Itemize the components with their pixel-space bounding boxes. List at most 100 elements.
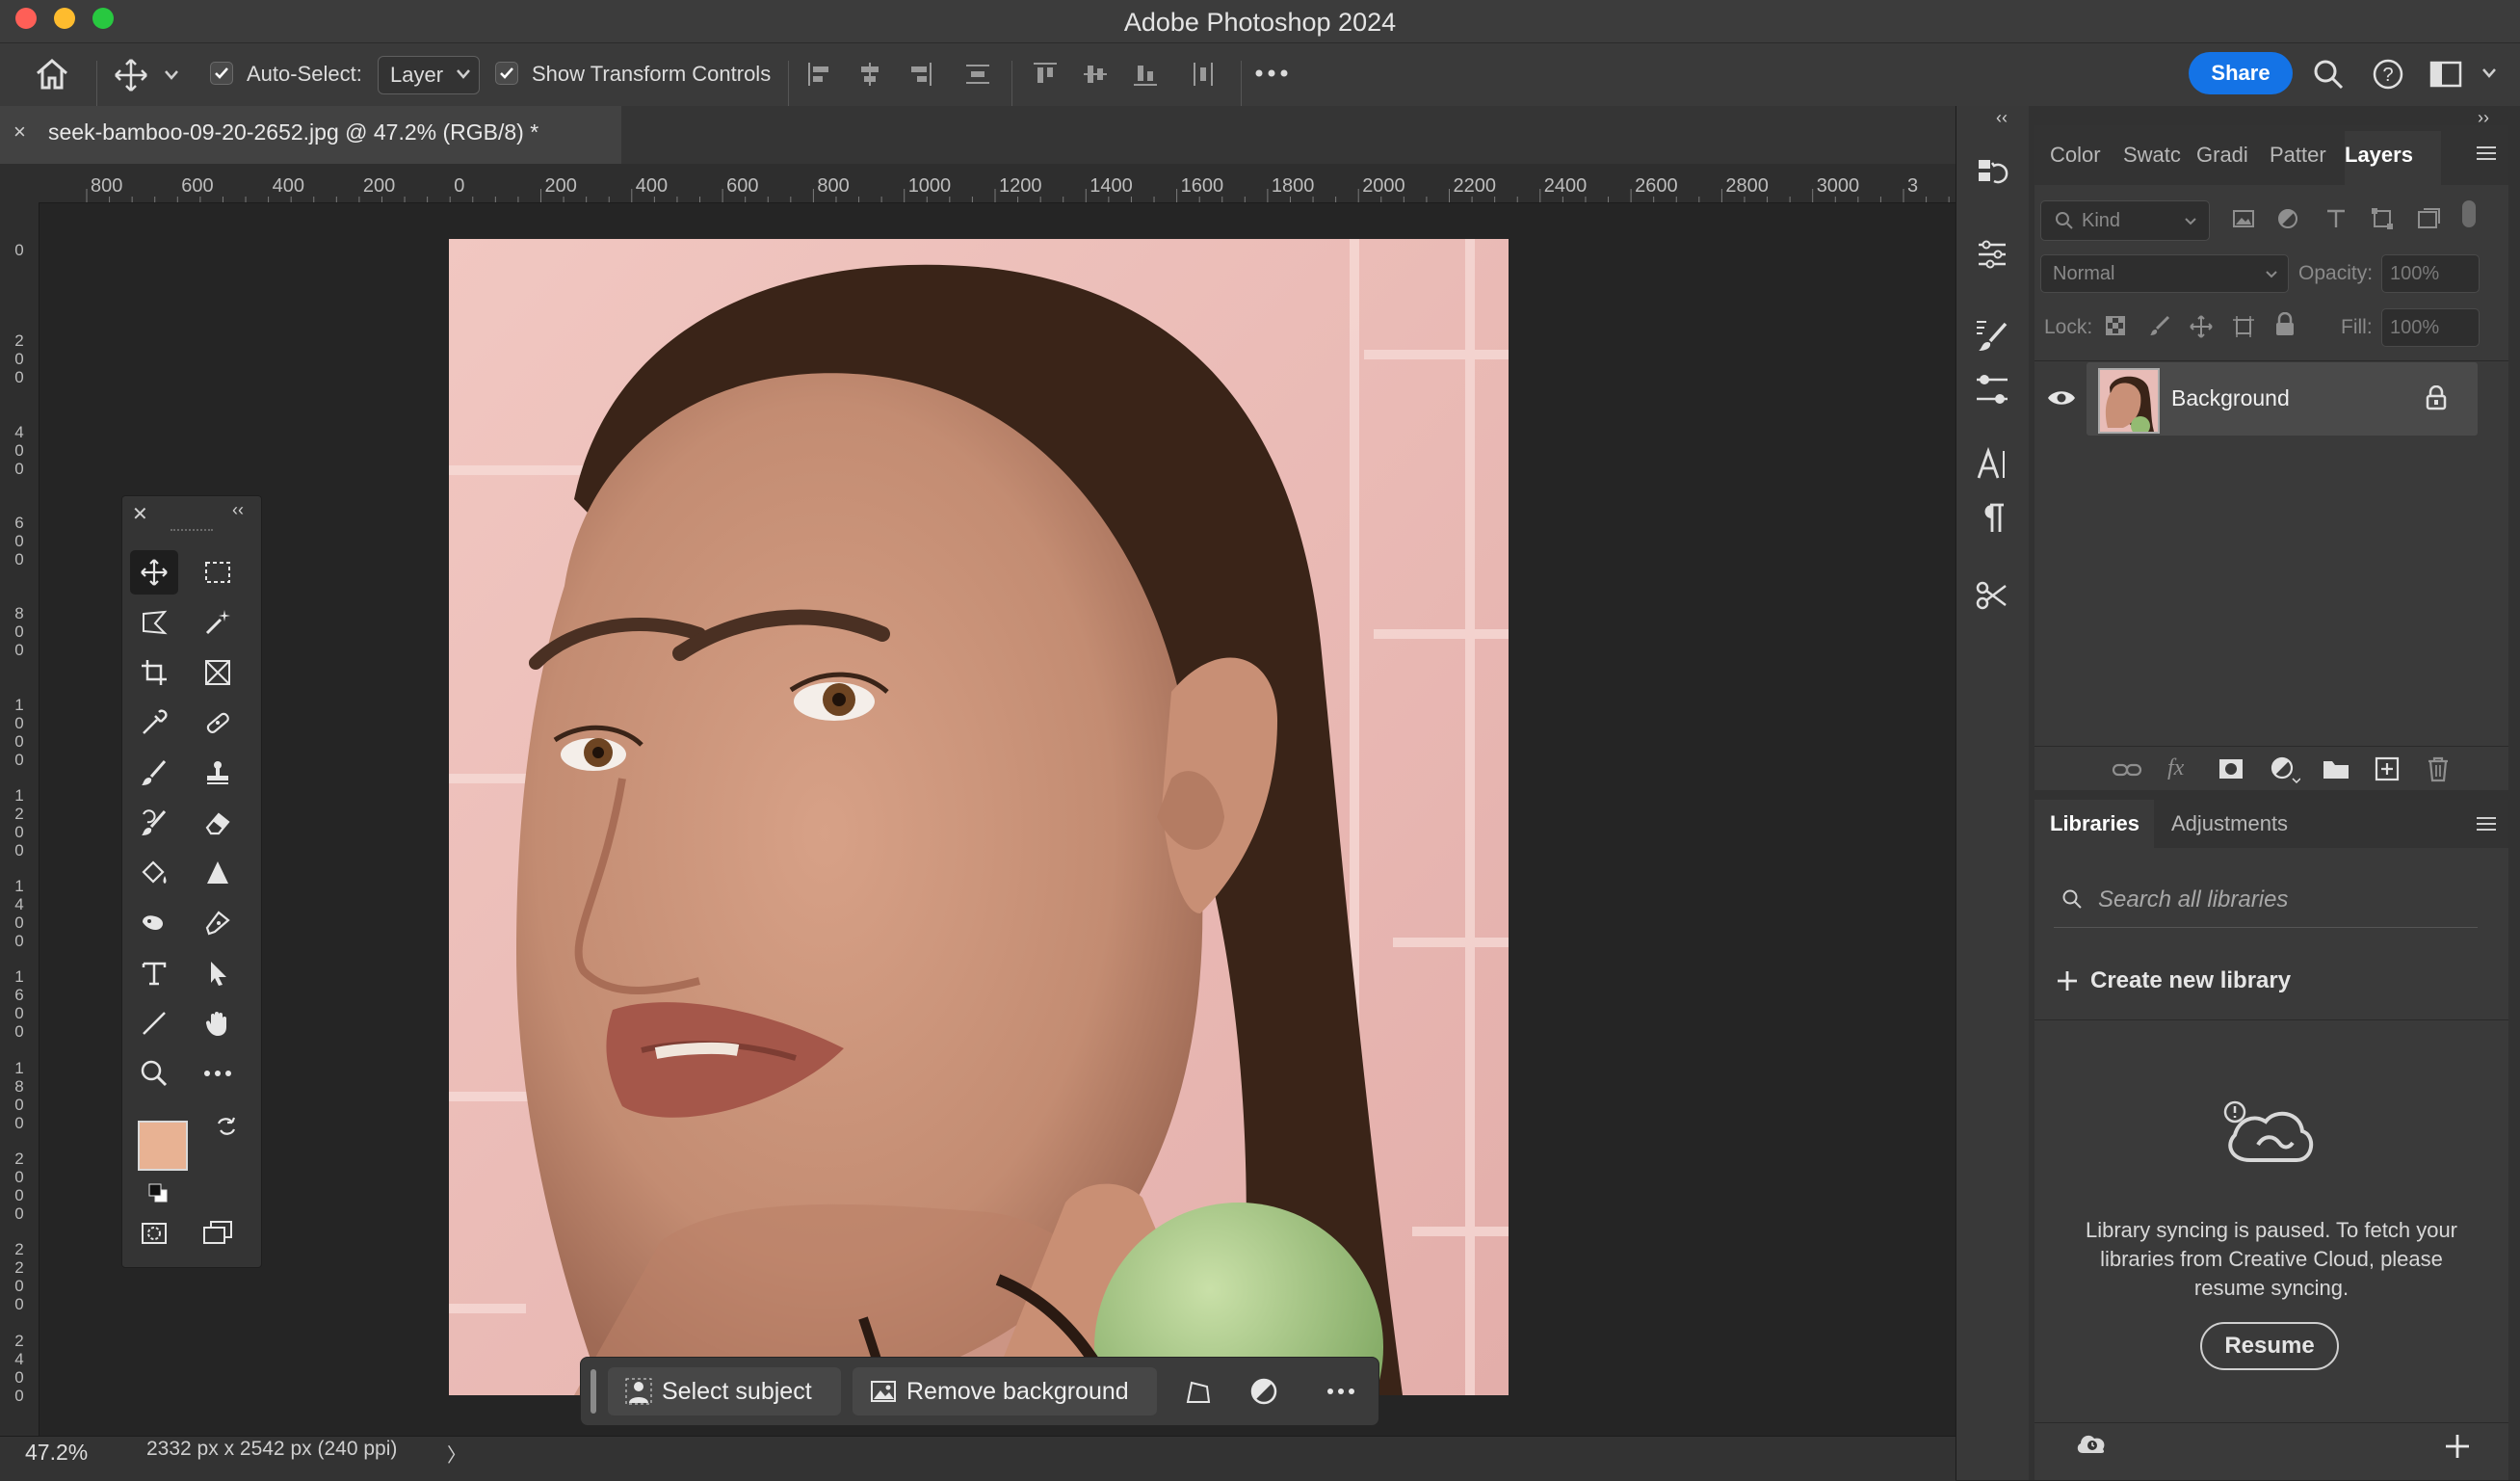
eraser-tool-icon[interactable] [194,801,242,845]
taskbar-drag-handle[interactable] [591,1369,596,1414]
chevron-down-icon[interactable] [164,69,179,81]
new-layer-icon[interactable] [2374,755,2401,782]
lasso-tool-icon[interactable] [130,600,178,645]
collapse-strip-icon[interactable]: ‹‹ [1996,108,2008,128]
remove-background-button[interactable]: Remove background [853,1367,1157,1415]
fill-field[interactable]: 100% [2381,308,2480,347]
type-tool-icon[interactable] [130,951,178,995]
more-tools-icon[interactable] [194,1051,242,1096]
home-icon[interactable] [35,58,69,91]
align-top-icon[interactable] [1031,60,1060,89]
tab-gradients[interactable]: Gradi [2196,143,2248,168]
align-right-icon[interactable] [906,60,934,89]
adjustment-icon[interactable] [1249,1377,1278,1406]
layer-style-fx-icon[interactable]: fx [2167,755,2184,781]
lock-artboard-icon[interactable] [2231,314,2256,339]
opacity-field[interactable]: 100% [2381,254,2480,293]
frame-tool-icon[interactable] [194,650,242,695]
healing-brush-tool-icon[interactable] [194,701,242,745]
more-options-icon[interactable] [1326,1387,1355,1396]
swap-colors-icon[interactable] [215,1115,238,1138]
type-filter-icon[interactable] [2323,206,2349,231]
select-subject-button[interactable]: Select subject [608,1367,841,1415]
add-mask-icon[interactable] [2218,757,2244,780]
panel-menu-icon[interactable] [2476,145,2497,162]
lock-position-icon[interactable] [2189,314,2214,339]
path-selection-tool-icon[interactable] [194,951,242,995]
distribute-vertical-icon[interactable] [963,60,992,89]
move-tool-icon[interactable] [130,550,178,595]
history-panel-icon[interactable] [1973,154,2011,193]
hand-tool-icon[interactable] [194,1001,242,1045]
cloud-status-icon[interactable] [2075,1430,2108,1457]
tab-layers[interactable]: Layers [2345,143,2413,168]
horizontal-ruler[interactable]: 800 600 400 200 0 200 400 600 800 1000 1200 1400 160… [0,164,1956,203]
tool-presets-panel-icon[interactable] [1973,576,2011,615]
chevron-down-icon[interactable] [2481,67,2497,79]
lock-all-icon[interactable] [2273,312,2297,337]
smart-object-filter-icon[interactable] [2416,206,2441,231]
zoom-level[interactable]: 47.2% [25,1440,88,1466]
search-icon[interactable] [2312,58,2345,91]
foreground-color-swatch[interactable] [138,1121,188,1171]
adjustments-panel-icon[interactable] [1973,235,2011,274]
paragraph-panel-icon[interactable] [1973,499,2011,538]
close-panel-icon[interactable]: ✕ [132,502,148,526]
zoom-tool-icon[interactable] [130,1051,178,1096]
quick-mask-icon[interactable] [130,1211,178,1256]
vertical-ruler[interactable]: 0 200 400 600 800 1000 1200 1400 1600 1800 2000 220… [0,202,39,1436]
marquee-tool-icon[interactable] [194,550,242,595]
lock-transparent-icon[interactable] [2104,314,2127,337]
tab-patterns[interactable]: Patter [2270,143,2326,168]
layer-lock-icon[interactable] [2426,385,2447,410]
more-options-icon[interactable] [1254,66,1289,81]
tab-color[interactable]: Color [2050,143,2101,168]
panel-menu-icon[interactable] [2476,815,2497,833]
distribute-horizontal-icon[interactable] [1189,60,1218,89]
link-layers-icon[interactable] [2112,759,2142,780]
brush-settings-panel-icon[interactable] [1973,370,2011,409]
share-button[interactable]: Share [2189,52,2293,94]
eyedropper-tool-icon[interactable] [130,701,178,745]
collapse-panel-icon[interactable]: ‹‹ [232,500,244,520]
close-tab-icon[interactable]: × [13,119,26,145]
dodge-tool-icon[interactable] [130,901,178,945]
delete-layer-icon[interactable] [2426,755,2451,782]
blend-mode-select[interactable]: Normal [2040,254,2289,293]
resume-sync-button[interactable]: Resume [2200,1322,2339,1370]
move-tool-icon[interactable] [114,58,148,93]
add-library-icon[interactable] [2443,1432,2472,1461]
filter-toggle[interactable] [2462,200,2476,227]
clone-stamp-tool-icon[interactable] [194,751,242,795]
pixel-filter-icon[interactable] [2231,206,2256,231]
auto-select-checkbox[interactable] [210,62,233,85]
status-menu-arrow-icon[interactable]: 〉 [447,1440,466,1468]
panel-grip[interactable] [171,529,213,539]
crop-tool-icon[interactable] [130,650,178,695]
workspace-icon[interactable] [2429,60,2462,89]
align-vertical-center-icon[interactable] [1081,60,1110,89]
pen-tool-icon[interactable] [194,901,242,945]
layer-row-background[interactable]: Background [2087,362,2478,436]
new-adjustment-icon[interactable] [2270,755,2300,784]
tab-swatches[interactable]: Swatc [2123,143,2181,168]
kind-filter-select[interactable]: Kind [2040,200,2210,241]
shape-filter-icon[interactable] [2370,206,2395,231]
adjustment-filter-icon[interactable] [2275,206,2300,231]
align-bottom-icon[interactable] [1131,60,1160,89]
tab-libraries[interactable]: Libraries [2050,811,2139,836]
paint-bucket-tool-icon[interactable] [130,851,178,895]
new-group-folder-icon[interactable] [2322,757,2350,780]
line-tool-icon[interactable] [130,1001,178,1045]
visibility-eye-icon[interactable] [2046,387,2077,409]
background-color-swatch[interactable] [182,1148,230,1196]
brushes-panel-icon[interactable] [1973,316,2011,355]
transform-icon[interactable] [1184,1377,1213,1406]
magic-wand-tool-icon[interactable] [194,600,242,645]
help-icon[interactable]: ? [2372,58,2404,91]
align-horizontal-center-icon[interactable] [855,60,884,89]
default-colors-icon[interactable] [147,1182,169,1203]
lock-pixels-icon[interactable] [2148,314,2171,337]
align-left-icon[interactable] [805,60,834,89]
screen-mode-icon[interactable] [194,1211,242,1256]
